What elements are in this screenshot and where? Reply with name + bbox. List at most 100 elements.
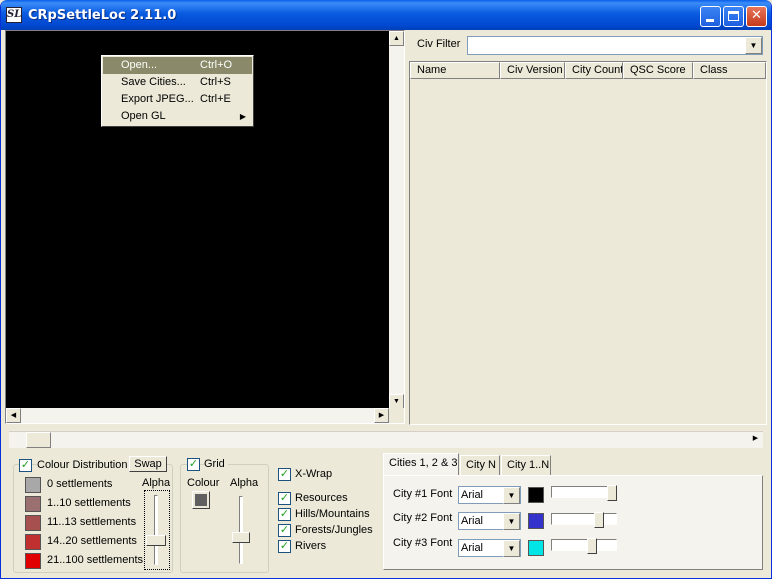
- slider-thumb[interactable]: [146, 535, 166, 546]
- tab-cities-1-2-3[interactable]: Cities 1, 2 & 3: [383, 453, 459, 476]
- civ-filter-label: Civ Filter: [417, 38, 461, 50]
- city-3-font-label: City #3 Font: [393, 537, 453, 549]
- xwrap-checkbox[interactable]: ✓: [278, 468, 291, 481]
- menu-item-save-cities[interactable]: Save Cities... Ctrl+S: [103, 74, 252, 91]
- colour-distribution-label: Colour Distribution: [37, 459, 131, 471]
- scroll-down-icon[interactable]: ▼: [389, 394, 404, 409]
- slider-thumb[interactable]: [607, 485, 617, 501]
- grid-colour-button[interactable]: [192, 491, 210, 509]
- colour-distribution-checkbox[interactable]: ✓: [19, 459, 32, 472]
- city-2-font-dropdown[interactable]: Arial ▼: [458, 512, 521, 530]
- grid-colour-label: Colour: [187, 477, 220, 489]
- submenu-arrow-icon: ▶: [239, 112, 246, 121]
- scrollbar-corner: [389, 408, 404, 423]
- grid-colour-swatch: [195, 494, 207, 506]
- rivers-checkbox[interactable]: ✓: [278, 540, 291, 553]
- menu-item-shortcut: Ctrl+O: [200, 59, 233, 71]
- bottom-horizontal-scrollbar[interactable]: ▶: [9, 431, 763, 448]
- settlement-color-swatch[interactable]: [25, 534, 41, 550]
- distribution-alpha-label: Alpha: [142, 477, 171, 489]
- chevron-down-icon[interactable]: ▼: [503, 513, 520, 530]
- column-header-qsc-score[interactable]: QSC Score: [623, 62, 693, 79]
- chevron-down-icon[interactable]: ▼: [503, 487, 520, 504]
- city-1-font-dropdown[interactable]: Arial ▼: [458, 486, 521, 504]
- city-3-colour-swatch[interactable]: [528, 540, 544, 556]
- menu-item-shortcut: Ctrl+S: [200, 76, 231, 88]
- rivers-label: Rivers: [295, 540, 327, 552]
- grid-checkbox[interactable]: ✓: [187, 458, 200, 471]
- scroll-left-icon[interactable]: ◀: [6, 408, 21, 423]
- civ-filter-dropdown[interactable]: ▼: [467, 36, 763, 55]
- slider-thumb[interactable]: [587, 538, 597, 554]
- close-button[interactable]: ✕: [746, 6, 767, 27]
- city-2-size-slider[interactable]: [551, 512, 621, 536]
- tab-city-1-n[interactable]: City 1..N: [501, 455, 551, 476]
- scroll-thumb[interactable]: [26, 432, 51, 448]
- column-header-class[interactable]: Class: [693, 62, 766, 79]
- city-1-font-label: City #1 Font: [393, 488, 453, 500]
- slider-thumb[interactable]: [594, 512, 604, 528]
- settlement-range-label: 0 settlements: [47, 478, 113, 490]
- minimize-button[interactable]: [700, 6, 721, 27]
- sl-app-icon[interactable]: SL: [6, 7, 22, 23]
- chevron-down-icon[interactable]: ▼: [745, 37, 762, 54]
- menu-item-export-jpeg[interactable]: Export JPEG... Ctrl+E: [103, 91, 252, 108]
- chevron-down-icon[interactable]: ▼: [503, 540, 520, 557]
- settlement-range-label: 14..20 settlements: [47, 535, 137, 547]
- resources-checkbox[interactable]: ✓: [278, 492, 291, 505]
- civ-list[interactable]: Name Civ Version City Count QSC Score Cl…: [409, 61, 767, 425]
- distribution-alpha-slider[interactable]: [144, 490, 170, 570]
- city-1-size-slider[interactable]: [551, 485, 621, 509]
- city-3-font-dropdown[interactable]: Arial ▼: [458, 539, 521, 557]
- xwrap-label: X-Wrap: [295, 468, 333, 480]
- map-vertical-scrollbar[interactable]: ▲ ▼: [389, 31, 404, 409]
- maximize-button[interactable]: [723, 6, 744, 27]
- column-header-name[interactable]: Name: [410, 62, 500, 79]
- city-1-colour-swatch[interactable]: [528, 487, 544, 503]
- city-2-font-value: Arial: [461, 515, 484, 527]
- menu-item-open[interactable]: Open... Ctrl+O: [103, 57, 252, 74]
- forests-jungles-checkbox[interactable]: ✓: [278, 524, 291, 537]
- settlement-color-swatch[interactable]: [25, 496, 41, 512]
- swap-button[interactable]: Swap: [129, 456, 167, 472]
- title-bar[interactable]: SL CRpSettleLoc 2.11.0 ✕: [1, 0, 771, 30]
- settlement-color-swatch[interactable]: [25, 515, 41, 531]
- hills-mountains-checkbox[interactable]: ✓: [278, 508, 291, 521]
- menu-item-label: Save Cities...: [121, 76, 186, 88]
- tab-panel-cities: City #1 Font Arial ▼ City #2 Font Arial …: [383, 475, 763, 570]
- menu-item-open-gl[interactable]: Open GL ▶: [103, 108, 252, 125]
- close-icon: ✕: [751, 8, 762, 23]
- tab-city-n[interactable]: City N: [460, 455, 500, 476]
- settlement-range-label: 21..100 settlements: [47, 554, 144, 566]
- settlement-color-swatch[interactable]: [25, 477, 41, 493]
- settlement-range-label: 11..13 settlements: [47, 516, 137, 528]
- civ-list-header: Name Civ Version City Count QSC Score Cl…: [410, 62, 766, 79]
- city-2-font-label: City #2 Font: [393, 512, 453, 524]
- resources-label: Resources: [295, 492, 348, 504]
- hills-mountains-label: Hills/Mountains: [295, 508, 370, 520]
- map-horizontal-scrollbar[interactable]: ◀ ▶: [6, 408, 389, 423]
- grid-label: Grid: [204, 458, 228, 470]
- city-3-size-slider[interactable]: [551, 538, 621, 562]
- slider-track: [551, 513, 617, 525]
- app-window: SL CRpSettleLoc 2.11.0 ✕ ▲ ▼ ◀ ▶ Open...…: [0, 0, 772, 579]
- grid-alpha-slider[interactable]: [231, 494, 261, 568]
- column-header-city-count[interactable]: City Count: [565, 62, 623, 79]
- city-2-colour-swatch[interactable]: [528, 513, 544, 529]
- maximize-icon: [728, 11, 739, 21]
- scroll-up-icon[interactable]: ▲: [389, 31, 404, 46]
- minimize-icon: [706, 19, 714, 22]
- city-3-font-value: Arial: [461, 542, 484, 554]
- slider-track: [551, 539, 617, 551]
- grid-alpha-label: Alpha: [230, 477, 259, 489]
- slider-track: [239, 496, 243, 564]
- city-1-font-value: Arial: [461, 489, 484, 501]
- scroll-right-icon[interactable]: ▶: [748, 432, 763, 447]
- forests-jungles-label: Forests/Jungles: [295, 524, 373, 536]
- window-title: CRpSettleLoc 2.11.0: [28, 8, 177, 23]
- slider-thumb[interactable]: [232, 532, 250, 543]
- column-header-civ-version[interactable]: Civ Version: [500, 62, 565, 79]
- settlement-color-swatch[interactable]: [25, 553, 41, 569]
- settlement-range-label: 1..10 settlements: [47, 497, 131, 509]
- scroll-right-icon[interactable]: ▶: [374, 408, 389, 423]
